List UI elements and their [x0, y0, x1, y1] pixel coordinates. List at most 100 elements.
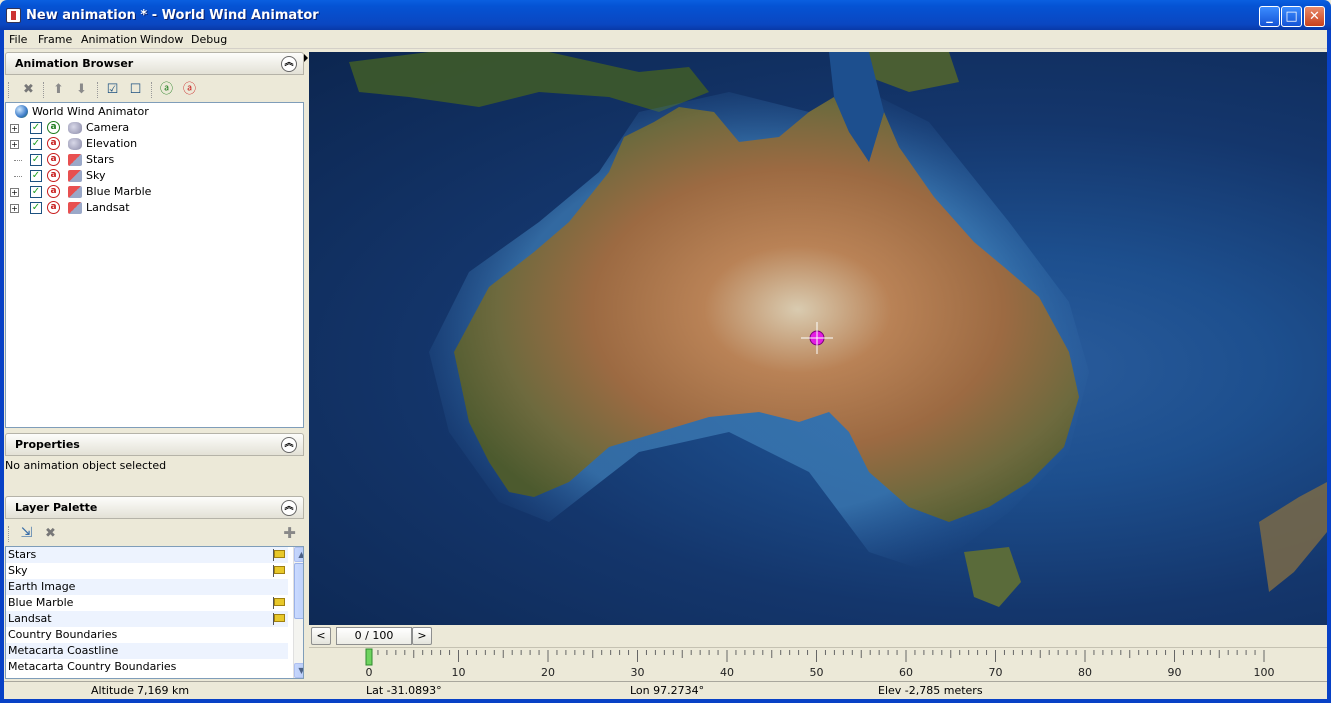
- toolbar-separator: [8, 526, 9, 542]
- toolbar-separator: [43, 82, 44, 98]
- tree-item[interactable]: ✓ a Stars: [6, 152, 296, 168]
- layer-icon: [68, 202, 82, 214]
- window-title: New animation * - World Wind Animator: [26, 8, 319, 23]
- menu-window[interactable]: Window: [140, 33, 183, 46]
- enabled-checkbox[interactable]: ✓: [30, 186, 42, 198]
- animated-toggle-icon[interactable]: a: [47, 201, 60, 214]
- layer-list[interactable]: Stars Sky Earth Image Blue Marble Landsat Cou…: [5, 546, 304, 679]
- tree-connector: [14, 160, 22, 161]
- enable-all-icon[interactable]: ⓐ: [159, 82, 174, 97]
- ruler-tick-label: 80: [1078, 666, 1092, 679]
- frame-counter[interactable]: 0 / 100: [336, 627, 412, 645]
- current-frame-marker[interactable]: [365, 648, 373, 666]
- app-icon[interactable]: [6, 8, 21, 23]
- window-frame-bottom: [0, 699, 1331, 703]
- ruler-tick-label: 20: [541, 666, 555, 679]
- animated-toggle-icon[interactable]: a: [47, 137, 60, 150]
- layer-row[interactable]: Country Boundaries: [6, 627, 288, 643]
- minimize-button[interactable]: _: [1259, 6, 1280, 27]
- add-layer-icon[interactable]: ✚: [282, 526, 297, 541]
- ruler-tick-label: 10: [452, 666, 466, 679]
- layer-row[interactable]: Blue Marble: [6, 595, 288, 611]
- layer-row[interactable]: Sky: [6, 563, 288, 579]
- window-frame-right: [1327, 30, 1331, 703]
- tree-item[interactable]: + ✓ a Camera: [6, 120, 296, 136]
- collapse-animation-browser-icon[interactable]: ︽: [281, 56, 297, 72]
- layer-palette-header[interactable]: Layer Palette ︽: [5, 496, 304, 519]
- menu-animation[interactable]: Animation: [81, 33, 137, 46]
- longitude-readout: Lon 97.2734°: [630, 684, 705, 697]
- layer-name: Earth Image: [8, 580, 76, 593]
- close-button[interactable]: ✕: [1304, 6, 1325, 27]
- delete-icon[interactable]: ✖: [21, 82, 36, 97]
- enabled-checkbox[interactable]: ✓: [30, 154, 42, 166]
- status-bar: Altitude 7,169 km Lat -31.0893° Lon 97.2…: [4, 681, 1327, 699]
- splitter-collapse-icon[interactable]: [304, 54, 308, 62]
- animation-browser-toolbar: ✖ ⬆ ⬇ ☑ ☐ ⓐ ⓐ: [5, 77, 304, 102]
- layer-icon: [68, 170, 82, 182]
- import-layer-icon[interactable]: ⇲: [19, 526, 34, 541]
- properties-header[interactable]: Properties ︽: [5, 433, 304, 456]
- menu-debug[interactable]: Debug: [191, 33, 227, 46]
- tree-root[interactable]: World Wind Animator: [6, 104, 296, 120]
- flag-icon: [272, 565, 285, 577]
- expand-icon[interactable]: +: [10, 124, 19, 133]
- globe-view[interactable]: [309, 52, 1327, 625]
- animation-tree[interactable]: World Wind Animator + ✓ a Camera + ✓ a Elevatio…: [5, 102, 304, 428]
- animated-toggle-icon[interactable]: a: [47, 169, 60, 182]
- tree-item[interactable]: + ✓ a Blue Marble: [6, 184, 296, 200]
- scrollbar-thumb[interactable]: [294, 563, 303, 619]
- layer-list-scrollbar[interactable]: ▲ ▼: [293, 547, 303, 678]
- flag-icon: [272, 613, 285, 625]
- animation-browser-header[interactable]: Animation Browser ︽: [5, 52, 304, 75]
- layer-row[interactable]: Metacarta Country Boundaries: [6, 659, 288, 675]
- remove-layer-icon[interactable]: ✖: [43, 526, 58, 541]
- elevation-readout: Elev -2,785 meters: [878, 684, 983, 697]
- expand-icon[interactable]: +: [10, 204, 19, 213]
- previous-frame-button[interactable]: <: [311, 627, 331, 645]
- layer-row[interactable]: Earth Image: [6, 579, 288, 595]
- enabled-checkbox[interactable]: ✓: [30, 170, 42, 182]
- properties-title: Properties: [15, 438, 80, 451]
- flag-icon: [272, 549, 285, 561]
- expand-icon[interactable]: +: [10, 140, 19, 149]
- expand-icon[interactable]: +: [10, 188, 19, 197]
- collapse-layer-palette-icon[interactable]: ︽: [281, 500, 297, 516]
- disable-all-icon[interactable]: ⓐ: [182, 82, 197, 97]
- tree-item[interactable]: + ✓ a Landsat: [6, 200, 296, 216]
- scroll-up-icon[interactable]: ▲: [294, 547, 303, 562]
- enabled-checkbox[interactable]: ✓: [30, 122, 42, 134]
- layer-palette-toolbar: ⇲ ✖ ✚: [5, 521, 304, 546]
- altitude-label: Altitude: [91, 684, 134, 697]
- enabled-checkbox[interactable]: ✓: [30, 202, 42, 214]
- maximize-button[interactable]: □: [1281, 6, 1302, 27]
- collapse-properties-icon[interactable]: ︽: [281, 437, 297, 453]
- select-all-icon[interactable]: ☑: [105, 82, 120, 97]
- tree-item[interactable]: + ✓ a Elevation: [6, 136, 296, 152]
- tree-item[interactable]: ✓ a Sky: [6, 168, 296, 184]
- animated-toggle-icon[interactable]: a: [47, 153, 60, 166]
- next-frame-button[interactable]: >: [412, 627, 432, 645]
- tree-connector: [14, 176, 22, 177]
- animated-toggle-icon[interactable]: a: [47, 185, 60, 198]
- layer-row[interactable]: Landsat: [6, 611, 288, 627]
- altitude-value: 7,169 km: [137, 684, 190, 697]
- enabled-checkbox[interactable]: ✓: [30, 138, 42, 150]
- scroll-down-icon[interactable]: ▼: [294, 663, 303, 678]
- properties-empty-text: No animation object selected: [5, 459, 167, 472]
- timeline-controls: < 0 / 100 >: [309, 625, 1327, 647]
- menu-bar: File Frame Animation Window Debug: [4, 30, 1327, 49]
- layer-row[interactable]: Stars: [6, 547, 288, 563]
- tree-item-label: Elevation: [86, 137, 138, 150]
- move-down-icon[interactable]: ⬇: [74, 82, 89, 97]
- animated-toggle-icon[interactable]: a: [47, 121, 60, 134]
- menu-file[interactable]: File: [9, 33, 27, 46]
- menu-frame[interactable]: Frame: [38, 33, 72, 46]
- move-up-icon[interactable]: ⬆: [51, 82, 66, 97]
- ruler-tick-label: 90: [1168, 666, 1182, 679]
- layer-row[interactable]: Metacarta Coastline: [6, 643, 288, 659]
- layer-icon: [68, 186, 82, 198]
- timeline-ruler-graphic[interactable]: 0 10 20 30 40 50 60 70 80 90 100: [309, 648, 1327, 680]
- timeline-ruler[interactable]: 0 10 20 30 40 50 60 70 80 90 100: [309, 647, 1327, 679]
- select-none-icon[interactable]: ☐: [128, 82, 143, 97]
